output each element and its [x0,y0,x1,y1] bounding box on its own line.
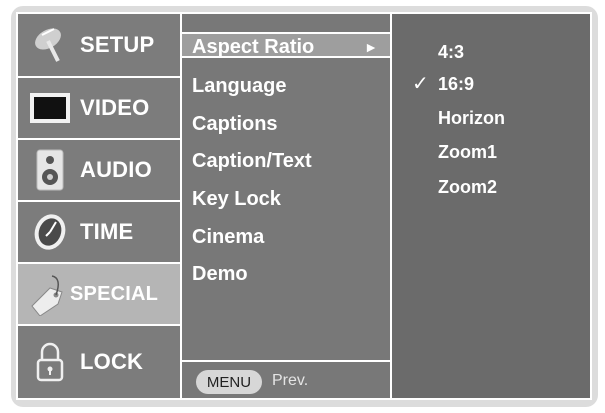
option-horizon[interactable]: Horizon [438,106,505,130]
submenu-item-key-lock[interactable]: Key Lock [192,186,281,212]
prev-label: Prev. [272,372,309,389]
submenu-column: Aspect Ratio ► Language Captions Caption… [182,14,390,398]
category-time[interactable]: TIME [18,200,180,262]
category-lock[interactable]: LOCK [18,324,180,398]
checkmark-icon: ✓ [412,73,429,95]
category-column: SETUP VIDEO AUDIO TIME SPECIAL LOCK [18,14,180,398]
speaker-icon [26,148,74,192]
arrow-right-icon: ► [364,39,378,55]
category-setup[interactable]: SETUP [18,14,180,76]
category-label: VIDEO [80,95,150,120]
option-4-3[interactable]: 4:3 [438,40,464,64]
option-zoom1[interactable]: Zoom1 [438,140,497,164]
submenu-item-cinema[interactable]: Cinema [192,224,264,250]
tag-icon [26,272,74,316]
submenu-item-label: Aspect Ratio [192,36,315,58]
menu-button[interactable]: MENU [196,370,262,394]
category-label: AUDIO [80,157,152,182]
padlock-icon [26,340,74,384]
submenu-item-aspect-ratio[interactable]: Aspect Ratio ► [182,32,390,58]
monitor-icon [26,86,74,130]
submenu-item-caption-text[interactable]: Caption/Text [192,148,312,174]
osd-menu-panel: SETUP VIDEO AUDIO TIME SPECIAL LOCK Aspe… [16,12,592,400]
category-label: SPECIAL [70,282,159,305]
submenu-footer: MENU Prev. [182,360,390,398]
category-special[interactable]: SPECIAL [18,262,180,324]
submenu-item-captions[interactable]: Captions [192,111,278,137]
category-label: TIME [80,219,134,244]
submenu-item-demo[interactable]: Demo [192,261,248,287]
option-zoom2[interactable]: Zoom2 [438,175,497,199]
options-column: 4:3 ✓ 16:9 Horizon Zoom1 Zoom2 [392,14,590,398]
option-16-9[interactable]: 16:9 [438,72,474,96]
category-label: SETUP [80,32,155,57]
clock-icon [26,210,74,254]
category-label: LOCK [80,349,144,374]
category-audio[interactable]: AUDIO [18,138,180,200]
satellite-dish-icon [26,23,74,67]
submenu-item-language[interactable]: Language [192,73,286,99]
category-video[interactable]: VIDEO [18,76,180,138]
